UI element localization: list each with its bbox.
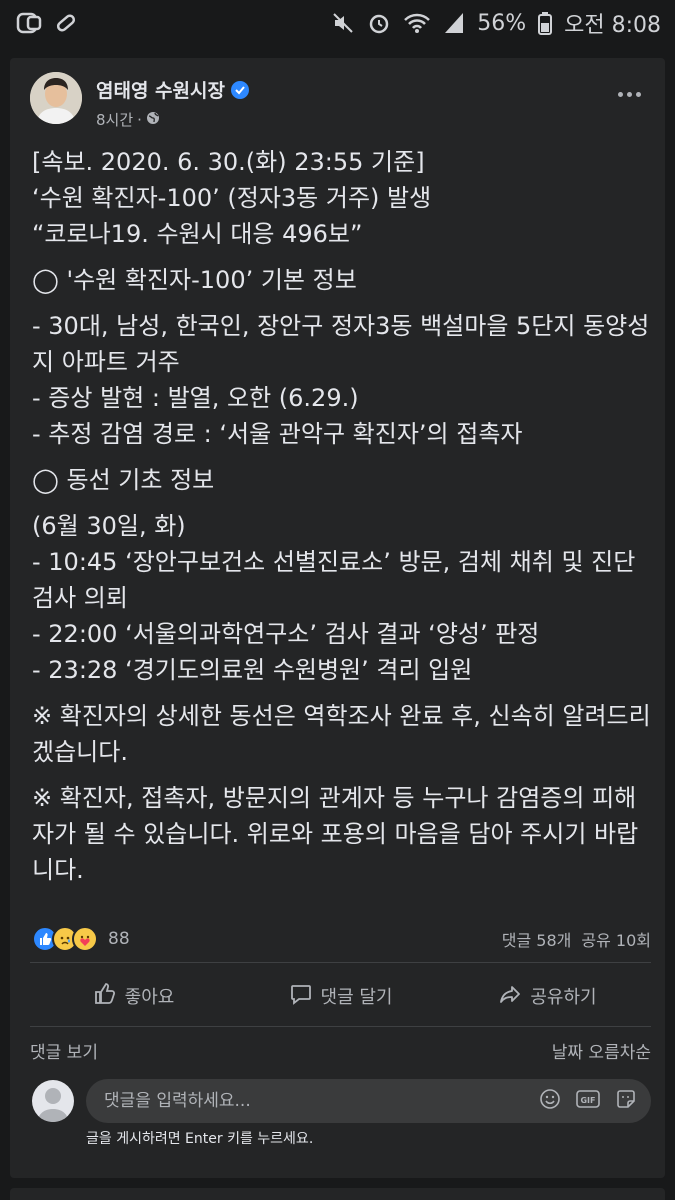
- thumbs-up-icon: [93, 982, 117, 1011]
- divider: [30, 1026, 651, 1027]
- app-notification-icon: [16, 11, 42, 35]
- more-options-icon[interactable]: [618, 92, 641, 97]
- body-note: ※ 확진자의 상세한 동선은 역학조사 완료 후, 신속히 알려드리겠습니다.: [32, 702, 651, 766]
- body-line: ‘수원 확진자-100’ (정자3동 거주) 발생: [32, 184, 432, 212]
- enter-hint: 글을 게시하려면 Enter 키를 누르세요.: [86, 1131, 314, 1147]
- next-post-card: [10, 1188, 665, 1200]
- body-line: - 10:45 ‘장안구보건소 선별진료소’ 방문, 검체 채취 및 진단검사 …: [32, 548, 636, 612]
- mute-icon: [331, 11, 355, 35]
- section-heading: ◯ '수원 확진자-100’ 기본 정보: [32, 266, 357, 294]
- share-label: 공유하기: [530, 987, 597, 1008]
- verified-badge-icon: [230, 80, 249, 99]
- share-button[interactable]: 공유하기: [444, 982, 651, 1011]
- body-line: [속보. 2020. 6. 30.(화) 23:55 기준]: [32, 148, 425, 176]
- like-button[interactable]: 좋아요: [30, 982, 237, 1011]
- signal-icon: [443, 11, 465, 35]
- battery-icon: [538, 11, 553, 35]
- section-heading: ◯ 동선 기초 정보: [32, 466, 215, 494]
- shares-count[interactable]: 공유 10회: [581, 927, 651, 951]
- wifi-icon: [403, 11, 431, 35]
- reactions-bar: 88 댓글 58개 공유 10회: [32, 924, 651, 954]
- status-bar: 56% 오전 8:08: [0, 0, 675, 46]
- reactions-count[interactable]: 88: [108, 929, 130, 949]
- post-card: 염태영 수원시장 8시간 · [속보. 2020. 6. 30.(화) 23:5…: [10, 58, 665, 1178]
- body-note: ※ 확진자, 접촉자, 방문지의 관계자 등 누구나 감염증의 피해자가 될 수…: [32, 784, 639, 884]
- post-body: [속보. 2020. 6. 30.(화) 23:55 기준] ‘수원 확진자-1…: [32, 144, 652, 888]
- body-line: - 추정 감염 경로 : ‘서울 관악구 확진자’의 접촉자: [32, 420, 523, 448]
- body-line: “코로나19. 수원시 대응 496보”: [32, 220, 363, 248]
- care-reaction-icon[interactable]: [72, 926, 98, 952]
- action-bar: 좋아요 댓글 달기 공유하기: [30, 970, 651, 1022]
- emoji-icon[interactable]: [539, 1088, 561, 1114]
- user-avatar: [32, 1080, 74, 1122]
- author-avatar[interactable]: [30, 72, 82, 124]
- comment-button[interactable]: 댓글 달기: [237, 982, 444, 1011]
- post-time[interactable]: 8시간: [96, 109, 133, 130]
- like-label: 좋아요: [124, 987, 175, 1008]
- comment-sort-row: 댓글 보기 날짜 오름차순: [30, 1038, 651, 1063]
- comment-label: 댓글 달기: [320, 987, 393, 1008]
- body-line: (6월 30일, 화): [32, 512, 186, 540]
- view-comments-link[interactable]: 댓글 보기: [30, 1038, 98, 1063]
- comment-input[interactable]: [104, 1091, 539, 1111]
- divider: [30, 962, 651, 963]
- gif-text: GIF: [580, 1096, 595, 1105]
- clock: 오전 8:08: [564, 13, 661, 38]
- body-line: - 증상 발현 : 발열, 오한 (6.29.): [32, 384, 359, 412]
- post-header: 염태영 수원시장 8시간 ·: [30, 72, 649, 132]
- body-line: - 23:28 ‘경기도의료원 수원병원’ 격리 입원: [32, 656, 473, 684]
- pill-icon: [54, 11, 78, 35]
- globe-icon: [146, 111, 160, 129]
- comment-input-wrapper: GIF: [86, 1079, 651, 1123]
- sort-order-toggle[interactable]: 날짜 오름차순: [552, 1038, 651, 1063]
- body-line: - 30대, 남성, 한국인, 장안구 정자3동 백설마을 5단지 동양성지 아…: [32, 312, 650, 376]
- body-line: - 22:00 ‘서울의과학연구소’ 검사 결과 ‘양성’ 판정: [32, 620, 540, 648]
- sticker-icon[interactable]: [615, 1088, 637, 1114]
- battery-percent: 56%: [477, 10, 527, 36]
- meta-separator: ·: [137, 110, 142, 129]
- author-name[interactable]: 염태영 수원시장: [96, 76, 225, 103]
- alarm-icon: [367, 11, 391, 35]
- gif-icon[interactable]: GIF: [575, 1088, 601, 1114]
- share-arrow-icon: [498, 982, 522, 1011]
- comment-bubble-icon: [289, 982, 313, 1011]
- comment-composer: GIF: [32, 1078, 651, 1124]
- comments-count[interactable]: 댓글 58개: [502, 927, 572, 951]
